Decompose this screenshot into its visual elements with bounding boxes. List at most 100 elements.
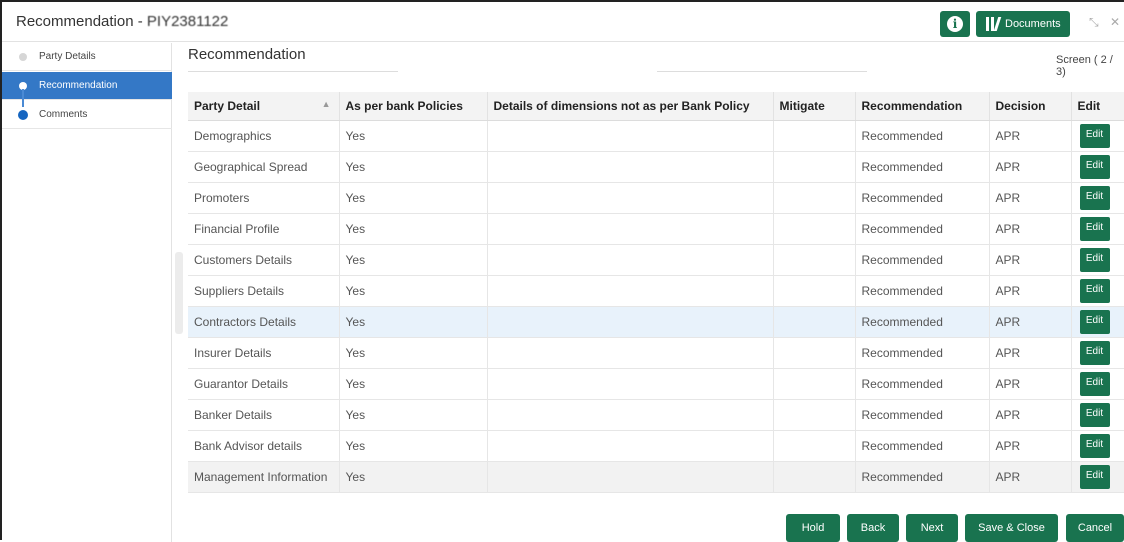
edit-button[interactable]: Edit bbox=[1079, 309, 1110, 334]
cancel-button[interactable]: Cancel bbox=[1066, 514, 1124, 542]
cell-mitigate bbox=[773, 337, 856, 368]
edit-button[interactable]: Edit bbox=[1079, 464, 1110, 489]
minimize-icon[interactable]: ⤡ bbox=[1089, 15, 1099, 30]
column-header-details: Details of dimensions not as per Bank Po… bbox=[487, 92, 774, 121]
cell-details bbox=[487, 306, 774, 337]
cell-recommendation: Recommended bbox=[855, 306, 990, 337]
cell-party: Financial Profile bbox=[188, 213, 340, 244]
library-icon bbox=[986, 17, 1002, 31]
cell-policy: Yes bbox=[339, 275, 488, 306]
cell-details bbox=[487, 399, 774, 430]
cell-mitigate bbox=[773, 430, 856, 461]
column-header-recommendation: Recommendation bbox=[855, 92, 990, 121]
cell-details bbox=[487, 120, 774, 151]
edit-button[interactable]: Edit bbox=[1079, 371, 1110, 396]
cell-edit: Edit bbox=[1071, 399, 1124, 430]
hold-button[interactable]: Hold bbox=[786, 514, 840, 542]
save-close-button[interactable]: Save & Close bbox=[965, 514, 1058, 542]
cell-mitigate bbox=[773, 461, 856, 492]
column-header-decision: Decision bbox=[989, 92, 1072, 121]
cell-recommendation: Recommended bbox=[855, 213, 990, 244]
cell-edit: Edit bbox=[1071, 275, 1124, 306]
sidebar-item-label: Party Details bbox=[39, 51, 96, 62]
table-row[interactable]: Insurer Details Yes Recommended APR Edit bbox=[188, 337, 1124, 368]
cell-decision: APR bbox=[989, 182, 1072, 213]
cell-recommendation: Recommended bbox=[855, 275, 990, 306]
edit-button[interactable]: Edit bbox=[1079, 185, 1110, 210]
screen-indicator: Screen ( 2 / 3) bbox=[1056, 54, 1113, 78]
column-header-party-detail[interactable]: Party Detail ▲ bbox=[188, 92, 340, 121]
cell-recommendation: Recommended bbox=[855, 120, 990, 151]
sidebar-item-recommendation[interactable]: Recommendation bbox=[2, 72, 172, 100]
cell-mitigate bbox=[773, 182, 856, 213]
table-row[interactable]: Demographics Yes Recommended APR Edit bbox=[188, 120, 1124, 151]
table-row[interactable]: Banker Details Yes Recommended APR Edit bbox=[188, 399, 1124, 430]
cell-policy: Yes bbox=[339, 306, 488, 337]
step-done-icon bbox=[19, 53, 27, 61]
column-header-edit: Edit bbox=[1071, 92, 1124, 121]
cell-details bbox=[487, 275, 774, 306]
cell-recommendation: Recommended bbox=[855, 399, 990, 430]
table-row[interactable]: Suppliers Details Yes Recommended APR Edit bbox=[188, 275, 1124, 306]
cell-decision: APR bbox=[989, 337, 1072, 368]
cell-decision: APR bbox=[989, 120, 1072, 151]
edit-button[interactable]: Edit bbox=[1079, 278, 1110, 303]
cell-party: Banker Details bbox=[188, 399, 340, 430]
info-button[interactable]: i bbox=[940, 11, 970, 37]
title-bar: Recommendation - PIY2381122 i Documents … bbox=[2, 2, 1124, 42]
table-row[interactable]: Geographical Spread Yes Recommended APR Edit bbox=[188, 151, 1124, 182]
cell-recommendation: Recommended bbox=[855, 182, 990, 213]
cell-policy: Yes bbox=[339, 182, 488, 213]
edit-button[interactable]: Edit bbox=[1079, 154, 1110, 179]
table-row[interactable]: Contractors Details Yes Recommended APR Edit bbox=[188, 306, 1124, 337]
cell-recommendation: Recommended bbox=[855, 430, 990, 461]
cell-details bbox=[487, 151, 774, 182]
cell-edit: Edit bbox=[1071, 430, 1124, 461]
cell-details bbox=[487, 213, 774, 244]
table-row[interactable]: Promoters Yes Recommended APR Edit bbox=[188, 182, 1124, 213]
cell-details bbox=[487, 182, 774, 213]
sidebar-item-comments[interactable]: Comments bbox=[2, 101, 172, 129]
cell-recommendation: Recommended bbox=[855, 151, 990, 182]
edit-button[interactable]: Edit bbox=[1079, 340, 1110, 365]
back-button[interactable]: Back bbox=[847, 514, 899, 542]
divider bbox=[657, 71, 867, 72]
cell-details bbox=[487, 244, 774, 275]
table-row[interactable]: Bank Advisor details Yes Recommended APR Edi… bbox=[188, 430, 1124, 461]
cell-details bbox=[487, 430, 774, 461]
cell-edit: Edit bbox=[1071, 182, 1124, 213]
edit-button[interactable]: Edit bbox=[1079, 433, 1110, 458]
table-row[interactable]: Customers Details Yes Recommended APR Edit bbox=[188, 244, 1124, 275]
cell-policy: Yes bbox=[339, 399, 488, 430]
column-header-policies: As per bank Policies bbox=[339, 92, 488, 121]
cell-recommendation: Recommended bbox=[855, 244, 990, 275]
window: Recommendation - PIY2381122 i Documents … bbox=[0, 0, 1124, 542]
cell-policy: Yes bbox=[339, 120, 488, 151]
next-button[interactable]: Next bbox=[906, 514, 958, 542]
table-row[interactable]: Financial Profile Yes Recommended APR Edit bbox=[188, 213, 1124, 244]
table-row[interactable]: Guarantor Details Yes Recommended APR Edit bbox=[188, 368, 1124, 399]
documents-button[interactable]: Documents bbox=[976, 11, 1070, 37]
sidebar-item-party-details[interactable]: Party Details bbox=[2, 43, 172, 71]
cell-decision: APR bbox=[989, 244, 1072, 275]
info-icon: i bbox=[947, 16, 963, 32]
cell-policy: Yes bbox=[339, 337, 488, 368]
table-row[interactable]: Management Information Yes Recommended APR E… bbox=[188, 461, 1124, 492]
step-current-icon bbox=[18, 110, 28, 120]
scrollbar[interactable] bbox=[175, 252, 183, 334]
edit-button[interactable]: Edit bbox=[1079, 247, 1110, 272]
cell-party: Bank Advisor details bbox=[188, 430, 340, 461]
application-number: PIY2381122 bbox=[146, 13, 229, 30]
close-icon[interactable]: ✕ bbox=[1110, 15, 1120, 29]
edit-button[interactable]: Edit bbox=[1079, 216, 1110, 241]
cell-mitigate bbox=[773, 368, 856, 399]
sort-ascending-icon[interactable]: ▲ bbox=[322, 99, 331, 109]
cell-decision: APR bbox=[989, 461, 1072, 492]
cell-recommendation: Recommended bbox=[855, 368, 990, 399]
table-header-row: Party Detail ▲ As per bank Policies Detai… bbox=[188, 92, 1124, 121]
cell-party: Promoters bbox=[188, 182, 340, 213]
edit-button[interactable]: Edit bbox=[1079, 402, 1110, 427]
cell-mitigate bbox=[773, 244, 856, 275]
cell-policy: Yes bbox=[339, 244, 488, 275]
edit-button[interactable]: Edit bbox=[1079, 123, 1110, 148]
